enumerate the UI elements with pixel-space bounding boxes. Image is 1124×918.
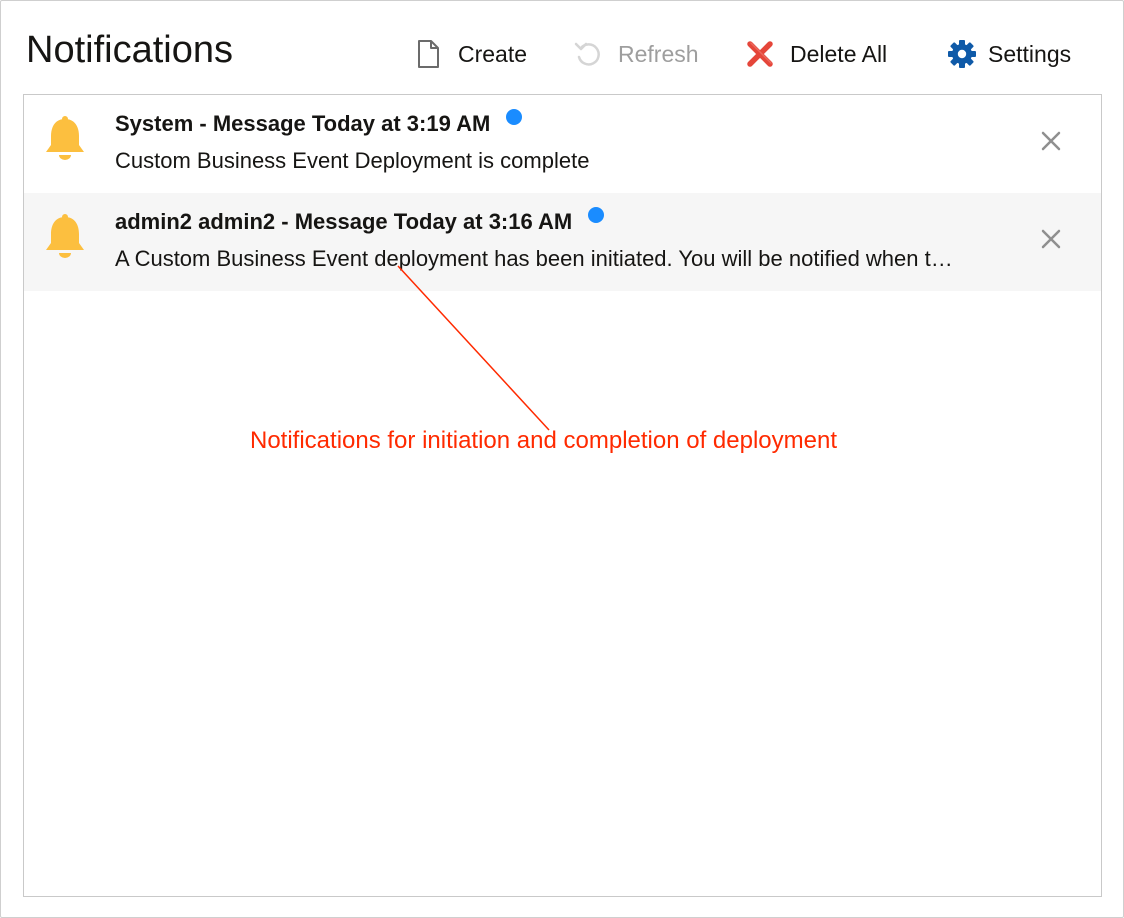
- notification-list: System - Message Today at 3:19 AM Custom…: [23, 94, 1102, 897]
- bell-icon: [46, 214, 84, 258]
- close-icon[interactable]: [1037, 225, 1065, 253]
- annotation-text: Notifications for initiation and complet…: [250, 427, 837, 454]
- notification-title-text: admin2 admin2 - Message Today at 3:16 AM: [115, 209, 573, 234]
- notification-message: Custom Business Event Deployment is comp…: [115, 148, 590, 173]
- refresh-button[interactable]: Refresh: [572, 34, 699, 74]
- refresh-label: Refresh: [618, 40, 699, 67]
- notification-title: admin2 admin2 - Message Today at 3:16 AM: [115, 207, 605, 236]
- document-icon: [418, 40, 439, 68]
- delete-all-label: Delete All: [790, 40, 888, 67]
- red-x-icon: [747, 41, 773, 67]
- create-button[interactable]: Create: [412, 34, 527, 74]
- unread-indicator: [588, 207, 605, 223]
- refresh-icon: [574, 42, 600, 66]
- close-icon[interactable]: [1037, 127, 1065, 155]
- notification-title-text: System - Message Today at 3:19 AM: [115, 111, 491, 136]
- notification-item[interactable]: System - Message Today at 3:19 AM Custom…: [24, 95, 1101, 193]
- gear-icon: [948, 40, 976, 68]
- notification-message: A Custom Business Event deployment has b…: [115, 246, 961, 271]
- notification-item[interactable]: admin2 admin2 - Message Today at 3:16 AM…: [24, 193, 1101, 291]
- notification-title: System - Message Today at 3:19 AM: [115, 109, 523, 138]
- create-label: Create: [458, 40, 528, 67]
- bell-icon: [46, 116, 84, 160]
- toolbar: Create Refresh Delete All Settings: [0, 34, 1124, 74]
- unread-indicator: [506, 109, 523, 125]
- settings-label: Settings: [988, 40, 1072, 67]
- delete-all-button[interactable]: Delete All: [744, 34, 887, 74]
- settings-button[interactable]: Settings: [946, 34, 1071, 74]
